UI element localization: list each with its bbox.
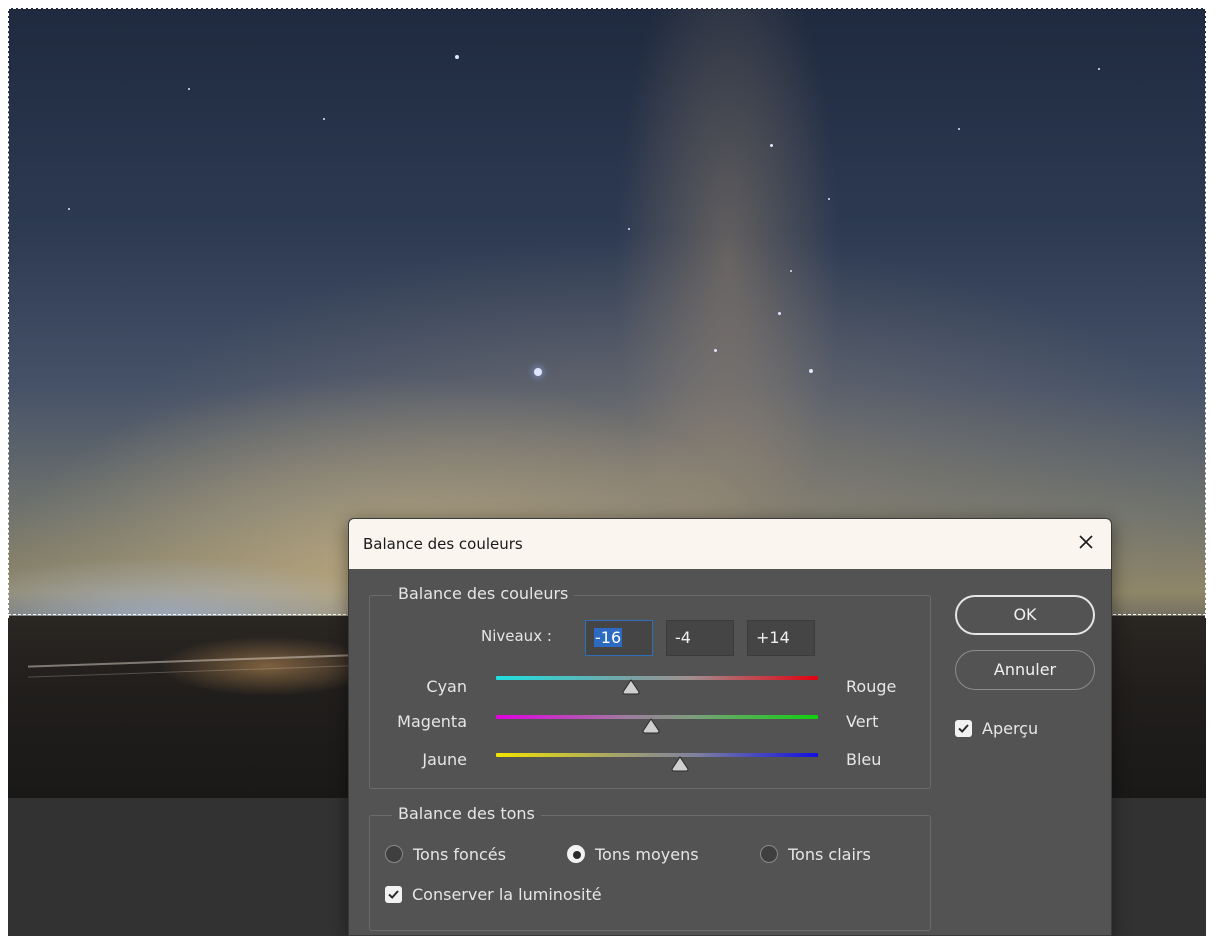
level-input-cyan-red[interactable]: -16 — [585, 620, 653, 656]
radio-label-highlights: Tons clairs — [788, 844, 871, 864]
tone-balance-group-label: Balance des tons — [392, 804, 541, 823]
dialog-titlebar[interactable]: Balance des couleurs — [349, 519, 1111, 569]
radio-label-shadows: Tons foncés — [413, 844, 506, 864]
star — [809, 369, 813, 373]
color-balance-dialog: Balance des couleurs Balance des couleur… — [348, 518, 1112, 936]
star — [323, 118, 325, 120]
color-balance-group-label: Balance des couleurs — [392, 584, 575, 603]
star — [828, 198, 830, 200]
close-icon[interactable] — [1073, 529, 1099, 555]
ok-button[interactable]: OK — [955, 595, 1095, 635]
star — [958, 128, 960, 130]
level-value-selected: -16 — [594, 628, 623, 647]
level-input-magenta-green[interactable]: -4 — [666, 620, 734, 656]
star — [188, 88, 190, 90]
radio-label-midtones: Tons moyens — [595, 844, 699, 864]
slider-label-red: Rouge — [846, 677, 897, 696]
slider-thumb-cyan-red[interactable] — [621, 679, 641, 695]
star — [628, 228, 630, 230]
tone-balance-group: Balance des tons — [369, 804, 931, 931]
levels-label: Niveaux : — [481, 627, 552, 645]
dialog-title: Balance des couleurs — [363, 535, 523, 553]
radio-circle[interactable] — [760, 845, 778, 863]
slider-thumb-magenta-green[interactable] — [641, 718, 661, 734]
preview-label: Aperçu — [982, 719, 1039, 738]
radio-highlights[interactable]: Tons clairs — [760, 843, 871, 865]
slider-label-green: Vert — [846, 712, 879, 731]
preview-checkbox[interactable]: Aperçu — [955, 719, 1038, 738]
star — [534, 368, 542, 376]
radio-midtones[interactable]: Tons moyens — [567, 843, 699, 865]
star — [68, 208, 70, 210]
star — [1098, 68, 1100, 70]
checkbox-checked-icon[interactable] — [955, 720, 972, 737]
star — [778, 312, 781, 315]
slider-label-blue: Bleu — [846, 750, 882, 769]
slider-label-yellow: Jaune — [422, 750, 467, 769]
level-input-yellow-blue[interactable]: +14 — [747, 620, 815, 656]
star — [770, 144, 773, 147]
slider-label-cyan: Cyan — [426, 677, 467, 696]
radio-shadows[interactable]: Tons foncés — [385, 843, 506, 865]
radio-circle[interactable] — [385, 845, 403, 863]
star — [790, 270, 792, 272]
checkbox-checked-icon[interactable] — [385, 886, 402, 903]
slider-thumb-yellow-blue[interactable] — [670, 756, 690, 772]
radio-circle[interactable] — [567, 845, 585, 863]
slider-track-yellow-blue[interactable] — [496, 753, 818, 757]
slider-track-cyan-red[interactable] — [496, 676, 818, 680]
star — [455, 55, 459, 59]
cancel-button[interactable]: Annuler — [955, 650, 1095, 690]
preserve-luminosity-checkbox[interactable]: Conserver la luminosité — [385, 885, 602, 904]
preserve-luminosity-label: Conserver la luminosité — [412, 885, 602, 904]
slider-label-magenta: Magenta — [397, 712, 467, 731]
star — [714, 349, 717, 352]
